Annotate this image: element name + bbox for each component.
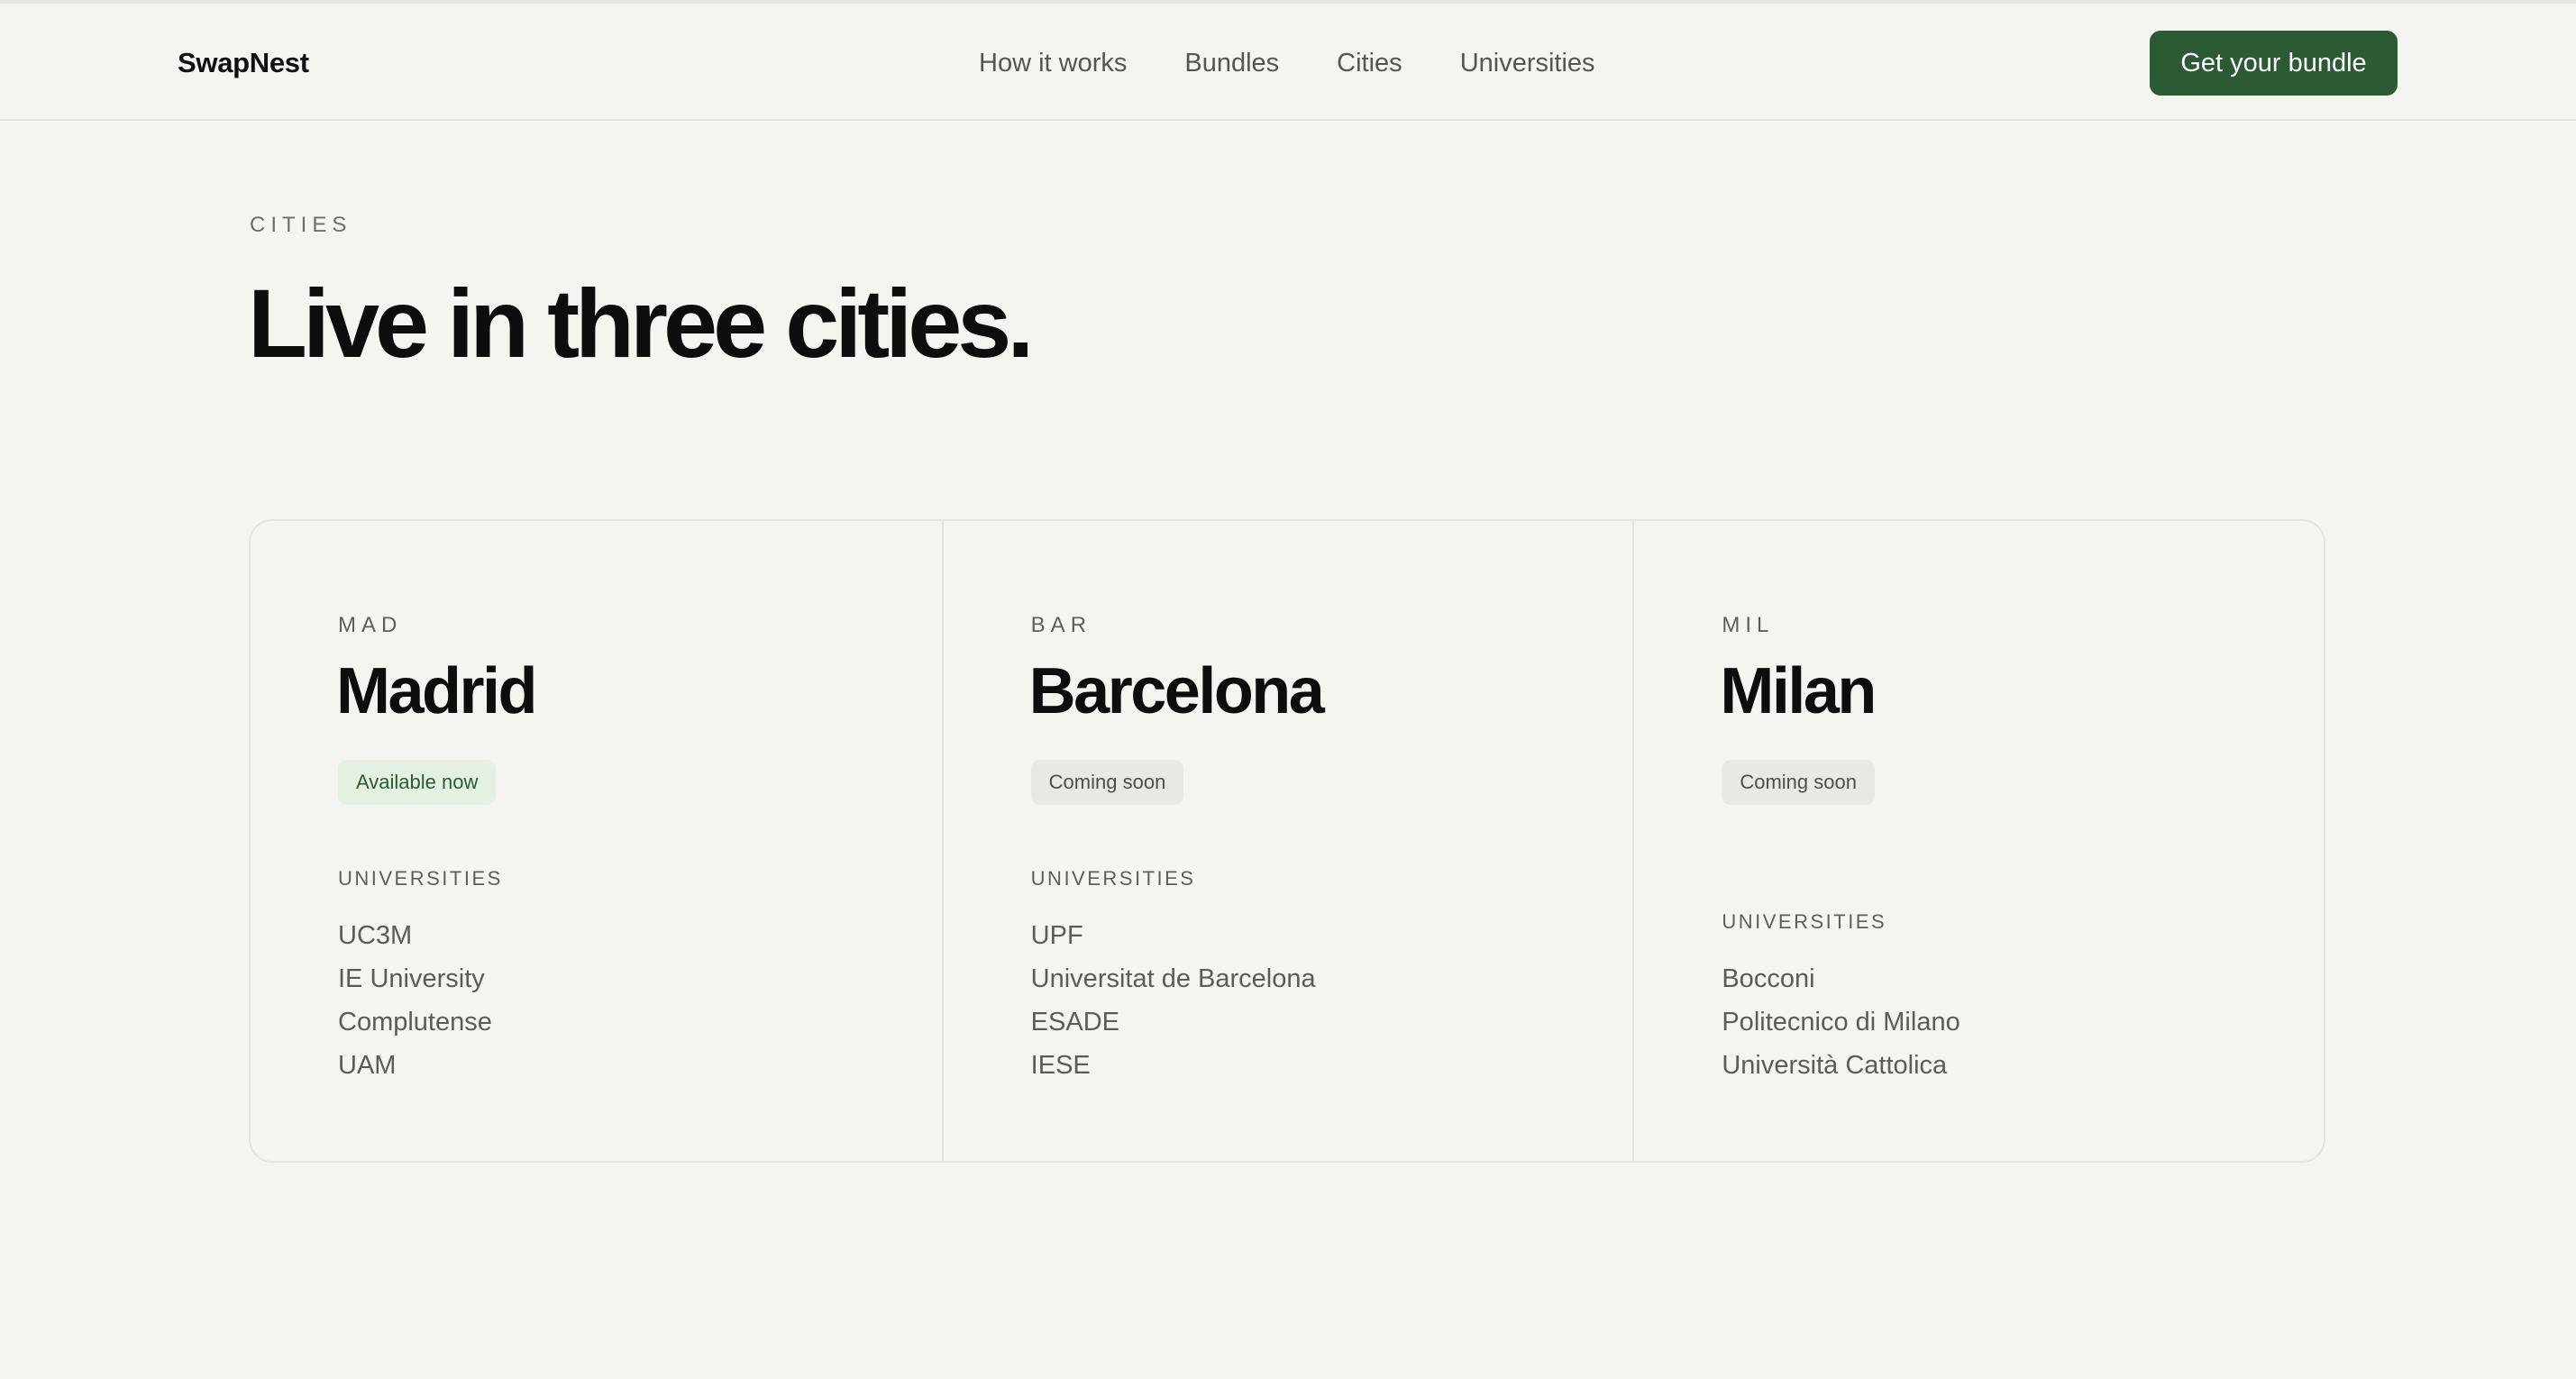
list-item: IESE <box>1030 1051 1091 1080</box>
nav-link-universities[interactable]: Universities <box>1460 49 1595 78</box>
list-item: Complutense <box>338 1008 492 1037</box>
nav-link-how-it-works[interactable]: How it works <box>979 49 1127 78</box>
universities-heading: UNIVERSITIES <box>1722 910 1887 933</box>
list-item: Politecnico di Milano <box>1722 1008 1960 1037</box>
nav-link-bundles[interactable]: Bundles <box>1184 49 1279 78</box>
list-item: Bocconi <box>1722 964 1815 993</box>
nav-link-cities[interactable]: Cities <box>1337 49 1402 78</box>
city-name: Barcelona <box>1028 655 1325 727</box>
list-item: UAM <box>338 1051 397 1080</box>
universities-list: UPF Universitat de Barcelona ESADE IESE <box>1031 914 1316 1087</box>
universities-heading: UNIVERSITIES <box>1030 867 1196 890</box>
city-name: Madrid <box>336 655 538 727</box>
list-item: IE University <box>338 964 485 993</box>
universities-list: UC3M IE University Complutense UAM <box>338 914 492 1087</box>
list-item: ESADE <box>1030 1008 1119 1037</box>
status-badge: Coming soon <box>1722 760 1875 805</box>
universities-heading: UNIVERSITIES <box>338 867 503 890</box>
brand-logo[interactable]: SwapNest <box>178 47 309 79</box>
get-your-bundle-button[interactable]: Get your bundle <box>2150 31 2398 96</box>
cities-grid: MAD Madrid Available now UNIVERSITIES UC… <box>249 519 2325 1163</box>
list-item: UC3M <box>338 921 413 950</box>
city-code: MAD <box>338 613 403 637</box>
city-code: MIL <box>1722 613 1775 637</box>
list-item: Universitat de Barcelona <box>1030 964 1316 993</box>
top-navbar: SwapNest How it works Bundles Cities Uni… <box>0 4 2576 121</box>
main-nav: How it works Bundles Cities Universities <box>979 49 1595 78</box>
status-badge: Available now <box>338 760 497 805</box>
city-code: BAR <box>1030 613 1092 637</box>
city-name: Milan <box>1720 655 1877 727</box>
city-card-milan: MIL Milan Coming soon UNIVERSITIES Bocco… <box>1632 521 2324 1161</box>
universities-list: Bocconi Politecnico di Milano Università… <box>1722 957 1959 1087</box>
page-title: Live in three cities. <box>248 269 1034 378</box>
city-card-madrid: MAD Madrid Available now UNIVERSITIES UC… <box>251 521 942 1161</box>
list-item: Università Cattolica <box>1722 1051 1948 1080</box>
city-card-barcelona: BAR Barcelona Coming soon UNIVERSITIES U… <box>941 521 1633 1161</box>
section-eyebrow: CITIES <box>250 213 352 237</box>
list-item: UPF <box>1030 921 1083 950</box>
status-badge: Coming soon <box>1030 760 1184 805</box>
